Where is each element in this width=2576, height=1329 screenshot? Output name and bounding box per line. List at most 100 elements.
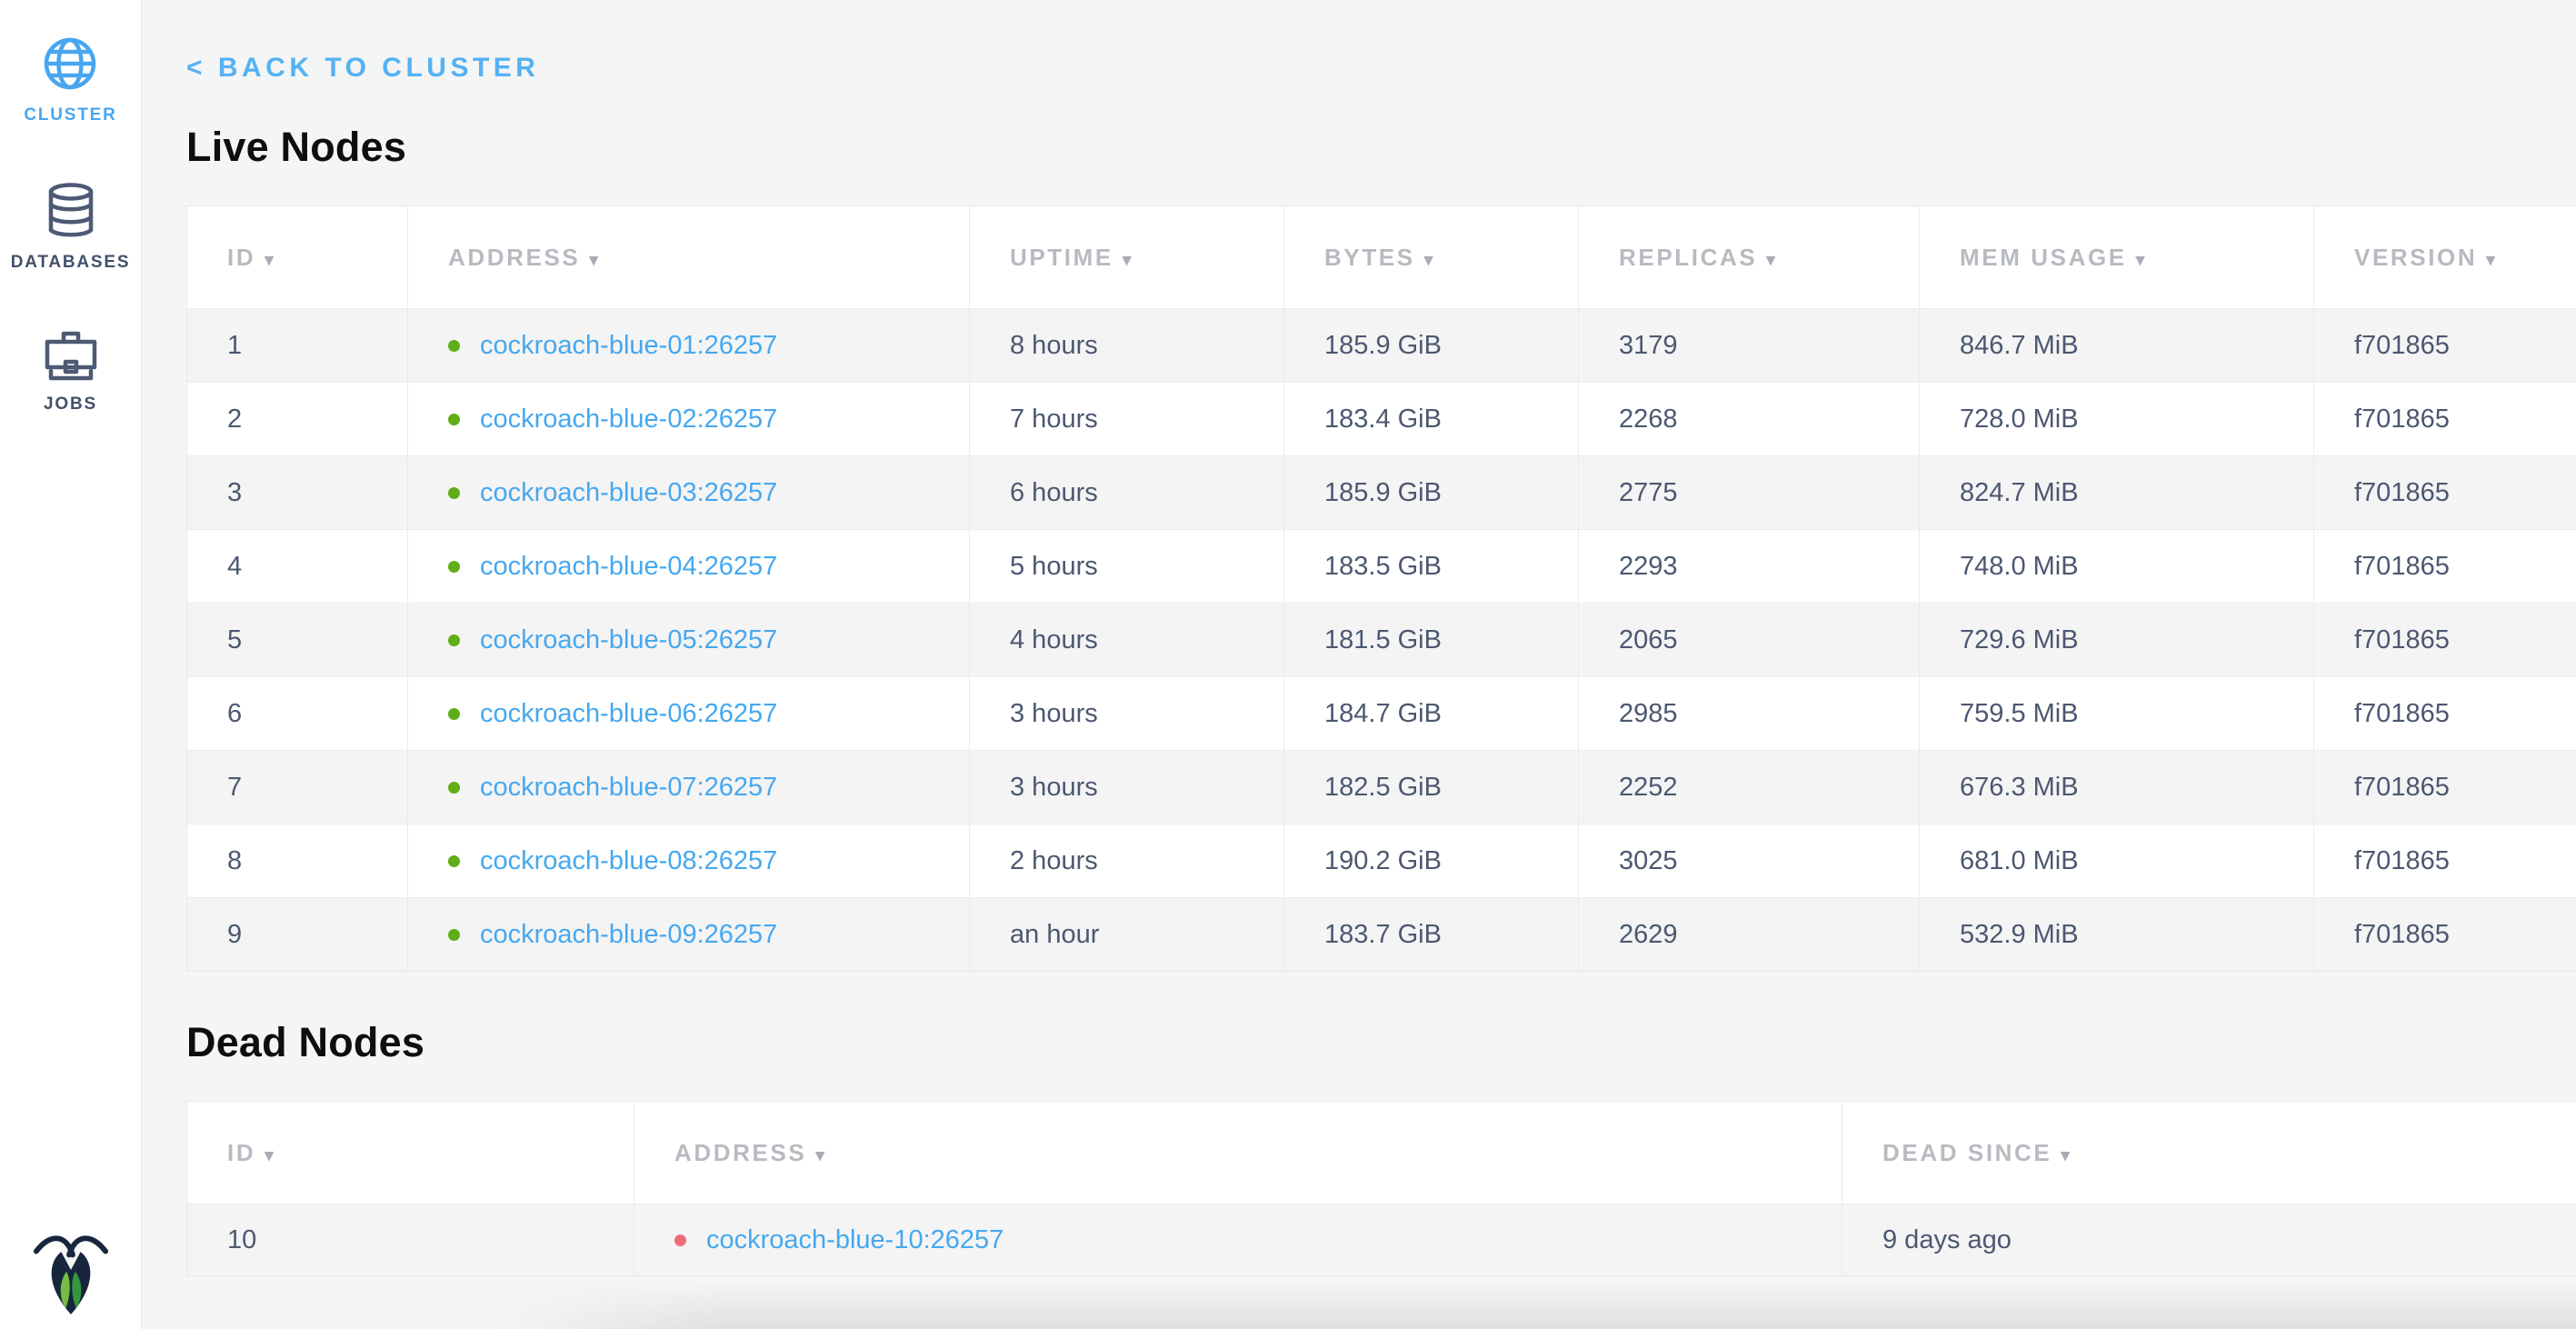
live-node-cell-uptime: 3 hours — [970, 677, 1284, 751]
live-node-cell-mem_usage: 729.6 MiB — [1920, 604, 2314, 677]
back-to-cluster-link[interactable]: < BACK TO CLUSTER — [186, 53, 539, 84]
node-address-link[interactable]: cockroach-blue-04:26257 — [480, 552, 777, 581]
live-node-cell-version: f701865 — [2314, 898, 2576, 972]
node-status-dot — [448, 708, 460, 720]
live-node-cell-uptime: an hour — [970, 898, 1284, 972]
live-nodes-table-body: 1cockroach-blue-01:262578 hours185.9 GiB… — [187, 309, 2576, 972]
live-node-cell-replicas: 2293 — [1579, 530, 1920, 604]
main-content: < BACK TO CLUSTER Live Nodes ID▾ADDRESS▾… — [143, 0, 2576, 1276]
column-header-label: BYTES — [1324, 244, 1415, 271]
live-node-cell-bytes: 181.5 GiB — [1284, 604, 1579, 677]
node-address-link[interactable]: cockroach-blue-06:26257 — [480, 699, 777, 728]
live-node-table-row: 9 cockroach-blue-09:26257 an hour183.7 GiB… — [187, 898, 2576, 972]
dead-node-column-header-address[interactable]: ADDRESS▾ — [634, 1102, 1842, 1204]
sidebar-item-label: JOBS — [44, 395, 97, 415]
dead-nodes-table-header: ID▾ADDRESS▾DEAD SINCE▾ — [187, 1102, 2576, 1204]
live-node-cell-address: cockroach-blue-09:26257 — [408, 898, 970, 972]
column-header-label: DEAD SINCE — [1882, 1139, 2052, 1166]
column-header-label: MEM USAGE — [1960, 244, 2127, 271]
live-node-cell-id: 6 — [187, 677, 408, 751]
live-node-cell-replicas: 3025 — [1579, 824, 1920, 898]
window-bottom-shadow — [491, 1282, 2576, 1329]
live-node-cell-bytes: 183.4 GiB — [1284, 383, 1579, 456]
dead-node-cell-address: cockroach-blue-10:26257 — [634, 1204, 1842, 1276]
live-node-column-header-uptime[interactable]: UPTIME ▾ — [970, 206, 1284, 309]
live-node-cell-mem_usage: 748.0 MiB — [1920, 530, 2314, 604]
live-node-column-header-replicas[interactable]: REPLICAS ▾ — [1579, 206, 1920, 309]
live-node-cell-replicas: 3179 — [1579, 309, 1920, 383]
node-address-link[interactable]: cockroach-blue-08:26257 — [480, 846, 777, 875]
node-address-link[interactable]: cockroach-blue-07:26257 — [480, 773, 777, 802]
column-header-label: ID — [227, 1139, 255, 1166]
sort-arrow-icon: ▾ — [2136, 251, 2147, 270]
column-header-label: ADDRESS — [448, 244, 580, 271]
cockroachdb-logo — [31, 1227, 111, 1316]
node-status-dot — [448, 561, 460, 573]
sidebar-item-label: CLUSTER — [24, 105, 116, 125]
node-address-link[interactable]: cockroach-blue-10:26257 — [706, 1225, 1003, 1254]
node-status-dot — [448, 635, 460, 646]
live-node-cell-address: cockroach-blue-04:26257 — [408, 530, 970, 604]
live-node-cell-version: f701865 — [2314, 456, 2576, 530]
live-node-cell-id: 5 — [187, 604, 408, 677]
live-node-cell-bytes: 185.9 GiB — [1284, 456, 1579, 530]
live-node-cell-id: 3 — [187, 456, 408, 530]
dead-node-header-row: ID▾ADDRESS▾DEAD SINCE▾ — [187, 1102, 2576, 1204]
live-node-column-header-bytes[interactable]: BYTES▾ — [1284, 206, 1579, 309]
node-status-dot — [448, 855, 460, 867]
live-node-cell-mem_usage: 681.0 MiB — [1920, 824, 2314, 898]
live-node-cell-version: f701865 — [2314, 604, 2576, 677]
node-address-link[interactable]: cockroach-blue-03:26257 — [480, 478, 777, 507]
node-status-dot — [674, 1234, 686, 1246]
live-node-cell-uptime: 7 hours — [970, 383, 1284, 456]
dead-nodes-table-body: 10cockroach-blue-10:262579 days ago — [187, 1204, 2576, 1276]
node-address-link[interactable]: cockroach-blue-02:26257 — [480, 405, 777, 434]
live-node-cell-mem_usage: 759.5 MiB — [1920, 677, 2314, 751]
live-node-cell-id: 9 — [187, 898, 408, 972]
live-node-cell-bytes: 185.9 GiB — [1284, 309, 1579, 383]
live-node-cell-id: 4 — [187, 530, 408, 604]
column-header-label: UPTIME — [1010, 244, 1113, 271]
dead-node-table-row: 10cockroach-blue-10:262579 days ago — [187, 1204, 2576, 1276]
node-address-link[interactable]: cockroach-blue-05:26257 — [480, 625, 777, 655]
dead-node-column-header-dead_since[interactable]: DEAD SINCE▾ — [1842, 1102, 2576, 1204]
live-node-cell-address: cockroach-blue-01:26257 — [408, 309, 970, 383]
live-node-cell-uptime: 4 hours — [970, 604, 1284, 677]
dead-nodes-table: ID▾ADDRESS▾DEAD SINCE▾ 10cockroach-blue-… — [186, 1101, 2576, 1276]
live-node-cell-address: cockroach-blue-07:26257 — [408, 751, 970, 824]
live-node-table-row: 4cockroach-blue-04:262575 hours183.5 GiB… — [187, 530, 2576, 604]
live-node-cell-bytes: 190.2 GiB — [1284, 824, 1579, 898]
live-nodes-table-header: ID▾ADDRESS▾UPTIME▾BYTES▾REPLICAS▾MEM USA… — [187, 206, 2576, 309]
live-node-column-header-version[interactable]: VERSION ▾ — [2314, 206, 2576, 309]
live-node-cell-id: 7 — [187, 751, 408, 824]
live-node-table-row: 2cockroach-blue-02:262577 hours183.4 GiB… — [187, 383, 2576, 456]
live-node-cell-id: 8 — [187, 824, 408, 898]
node-address-link[interactable]: cockroach-blue-09:26257 — [480, 920, 777, 949]
live-node-cell-replicas: 2252 — [1579, 751, 1920, 824]
sidebar-item-jobs[interactable]: JOBS — [43, 329, 99, 415]
live-node-cell-address: cockroach-blue-05:26257 — [408, 604, 970, 677]
live-node-cell-bytes: 184.7 GiB — [1284, 677, 1579, 751]
column-header-label: VERSION — [2354, 244, 2477, 271]
live-node-cell-uptime: 2 hours — [970, 824, 1284, 898]
sort-arrow-icon: ▾ — [1766, 251, 1777, 270]
live-node-table-row: 3cockroach-blue-03:262576 hours185.9 GiB… — [187, 456, 2576, 530]
live-node-column-header-id[interactable]: ID▾ — [187, 206, 408, 309]
globe-icon — [41, 35, 99, 93]
sidebar-item-cluster[interactable]: CLUSTER — [24, 35, 116, 125]
sidebar: CLUSTER DATABASES — [0, 0, 142, 1329]
sort-arrow-icon: ▾ — [2486, 251, 2497, 270]
sidebar-nav: CLUSTER DATABASES — [0, 0, 141, 471]
node-address-link[interactable]: cockroach-blue-01:26257 — [480, 331, 777, 360]
live-node-cell-bytes: 183.5 GiB — [1284, 530, 1579, 604]
sidebar-item-databases[interactable]: DATABASES — [11, 182, 131, 273]
dead-node-column-header-id[interactable]: ID▾ — [187, 1102, 634, 1204]
sort-arrow-icon: ▾ — [1123, 251, 1133, 270]
live-node-table-row: 7cockroach-blue-07:262573 hours182.5 GiB… — [187, 751, 2576, 824]
live-node-column-header-mem_usage[interactable]: MEM USAGE ▾ — [1920, 206, 2314, 309]
live-node-column-header-address[interactable]: ADDRESS▾ — [408, 206, 970, 309]
live-node-cell-bytes: 183.7 GiB — [1284, 898, 1579, 972]
live-node-cell-mem_usage: 532.9 MiB — [1920, 898, 2314, 972]
column-header-label: REPLICAS — [1619, 244, 1757, 271]
live-node-cell-mem_usage: 824.7 MiB — [1920, 456, 2314, 530]
